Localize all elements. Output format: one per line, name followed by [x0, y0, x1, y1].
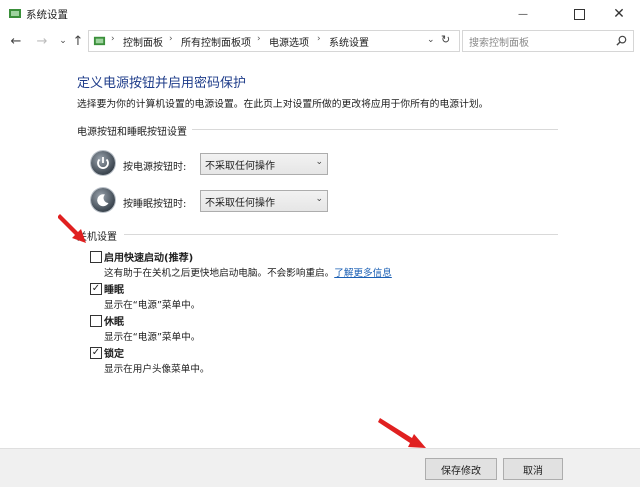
page-description: 选择要为你的计算机设置的电源设置。在此页上对设置所做的更改将应用于你所有的电源计…	[77, 99, 489, 110]
up-button[interactable]: ↑	[70, 33, 86, 49]
power-button-action-value: 不采取任何操作	[205, 161, 275, 172]
fast-startup-desc-text: 这有助于在关机之后更快地启动电脑。不会影响重启。	[104, 268, 335, 279]
breadcrumb[interactable]: › 控制面板 › 所有控制面板项 › 电源选项 › 系统设置 ⌄ ↻	[88, 30, 460, 52]
title-bar: 系统设置 — ✕	[0, 0, 640, 28]
chevron-down-icon: ⌄	[59, 36, 67, 46]
minimize-icon: —	[518, 8, 528, 20]
close-button[interactable]: ✕	[596, 0, 640, 28]
maximize-icon	[573, 8, 585, 20]
learn-more-link[interactable]: 了解更多信息	[334, 268, 392, 279]
save-changes-button[interactable]: 保存修改	[425, 458, 497, 480]
footer-bar: 保存修改 取消	[0, 448, 640, 487]
window-title: 系统设置	[26, 9, 68, 21]
fast-startup-label: 启用快速启动(推荐)	[104, 253, 194, 264]
control-panel-icon	[93, 36, 106, 46]
annotation-arrow-icon	[378, 418, 426, 448]
address-bar: ← → ⌄ ↑ › 控制面板 › 所有控制面板项 › 电源选项 › 系统设置 ⌄…	[0, 28, 640, 54]
hibernate-description: 显示在“电源”菜单中。	[104, 332, 201, 343]
sleep-label: 睡眠	[104, 285, 124, 296]
chevron-down-icon: ⌄	[315, 194, 323, 204]
breadcrumb-separator-icon: ›	[257, 34, 261, 44]
page-title: 定义电源按钮并启用密码保护	[77, 76, 247, 91]
sleep-button-icon	[91, 188, 115, 212]
lock-checkbox[interactable]: ✓	[90, 347, 102, 359]
sleep-button-label: 按睡眠按钮时:	[123, 199, 187, 210]
power-button-label: 按电源按钮时:	[123, 162, 187, 173]
forward-button[interactable]: →	[34, 33, 50, 49]
hibernate-label: 休眠	[104, 317, 124, 328]
search-placeholder: 搜索控制面板	[469, 38, 529, 49]
fast-startup-description: 这有助于在关机之后更快地启动电脑。不会影响重启。了解更多信息	[104, 265, 392, 279]
cancel-button[interactable]: 取消	[503, 458, 563, 480]
sleep-button-action-select[interactable]: 不采取任何操作 ⌄	[200, 190, 328, 212]
breadcrumb-item[interactable]: 控制面板	[123, 34, 163, 49]
breadcrumb-item[interactable]: 所有控制面板项	[181, 34, 251, 49]
fast-startup-checkbox[interactable]	[90, 251, 102, 263]
minimize-button[interactable]: —	[500, 0, 546, 28]
lock-description: 显示在用户头像菜单中。	[104, 364, 210, 375]
breadcrumb-separator-icon: ›	[317, 34, 321, 44]
hibernate-checkbox[interactable]	[90, 315, 102, 327]
refresh-icon[interactable]: ↻	[441, 33, 450, 46]
recent-locations-button[interactable]: ⌄	[55, 33, 71, 49]
checkmark-icon: ✓	[91, 283, 101, 294]
section-divider	[192, 129, 558, 130]
power-button-icon	[91, 151, 115, 175]
back-button[interactable]: ←	[8, 33, 24, 49]
power-button-action-select[interactable]: 不采取任何操作 ⌄	[200, 153, 328, 175]
chevron-down-icon: ⌄	[315, 157, 323, 167]
control-panel-icon	[9, 9, 21, 18]
lock-label: 锁定	[104, 349, 124, 360]
section-title-buttons: 电源按钮和睡眠按钮设置	[77, 123, 191, 138]
forward-arrow-icon: →	[36, 33, 48, 49]
search-input[interactable]: 搜索控制面板	[462, 30, 634, 52]
breadcrumb-separator-icon: ›	[169, 34, 173, 44]
breadcrumb-item[interactable]: 系统设置	[329, 34, 369, 49]
breadcrumb-separator-icon: ›	[111, 34, 115, 44]
sleep-checkbox[interactable]: ✓	[90, 283, 102, 295]
up-arrow-icon: ↑	[72, 33, 84, 49]
sleep-description: 显示在“电源”菜单中。	[104, 300, 201, 311]
search-icon[interactable]	[616, 35, 627, 46]
sleep-button-action-value: 不采取任何操作	[205, 198, 275, 209]
close-icon: ✕	[613, 6, 625, 22]
section-divider	[124, 234, 558, 235]
breadcrumb-item[interactable]: 电源选项	[269, 34, 309, 49]
checkmark-icon: ✓	[91, 347, 101, 358]
annotation-arrow-icon	[58, 214, 86, 243]
address-dropdown-icon[interactable]: ⌄	[427, 35, 435, 45]
back-arrow-icon: ←	[10, 33, 22, 49]
